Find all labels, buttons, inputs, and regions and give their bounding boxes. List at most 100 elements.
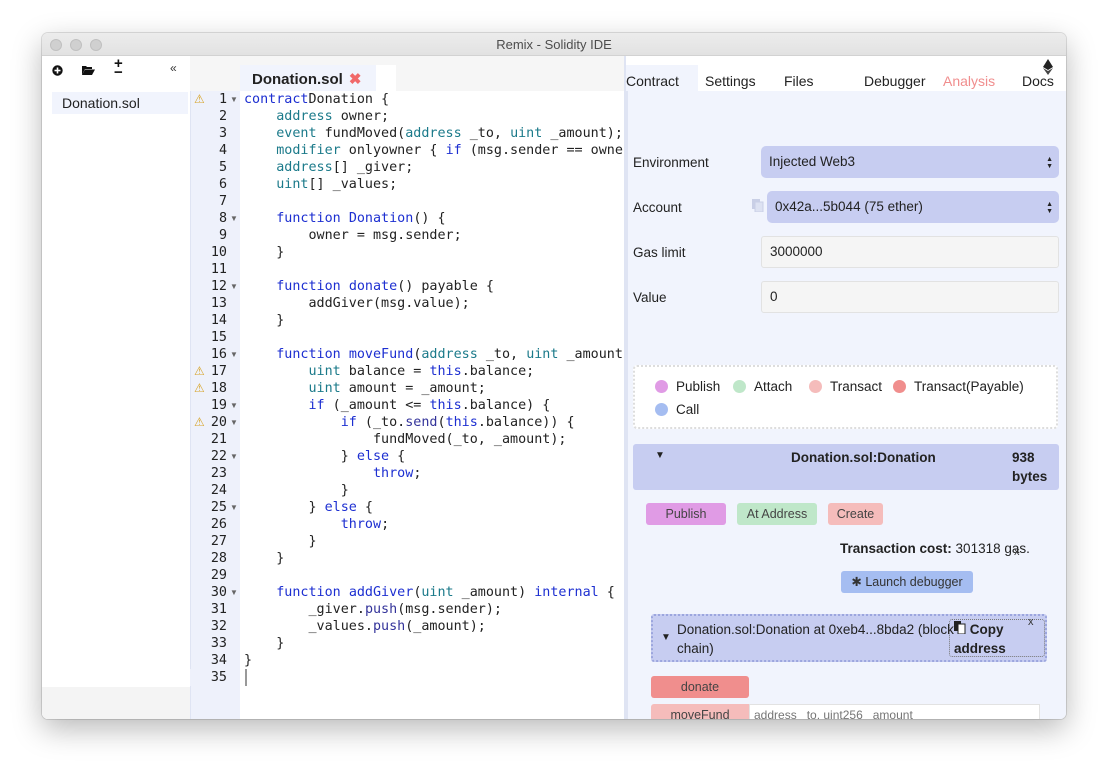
fold-arrow-icon[interactable]: ▼ [230,503,238,512]
fold-arrow-icon[interactable]: ▼ [230,418,238,427]
tab-settings[interactable]: Settings [705,73,756,89]
warning-icon[interactable]: ⚠ [194,415,205,429]
at-address-button[interactable]: At Address [737,503,817,525]
code-line[interactable]: } [244,244,284,261]
line-number: 7 [218,194,227,209]
line-number: 25 [210,500,227,515]
code-token: addGiver [348,585,414,600]
line-number: 31 [210,602,227,617]
code-token: [] _values; [308,177,398,192]
account-select[interactable]: 0x42a...5b044 (75 ether) ▲ ▼ [767,191,1059,223]
code-token: push [373,619,406,634]
file-explorer-footer [42,687,190,719]
code-line[interactable]: _values.push(_amount); [244,618,485,635]
line-number: 29 [210,568,227,583]
fold-arrow-icon[interactable]: ▼ [230,401,238,410]
line-number: 13 [210,296,227,311]
line-number: 9 [218,228,227,243]
code-line[interactable]: fundMoved(_to, _amount); [244,431,567,448]
code-line[interactable]: throw; [244,465,421,482]
code-editor[interactable]: contractDonation { address owner; event … [240,91,624,719]
code-token: (_to. [356,415,406,430]
code-line[interactable]: uint[] _values; [244,176,397,193]
value-input[interactable]: 0 [761,281,1059,313]
fold-arrow-icon[interactable]: ▼ [230,350,238,359]
fold-arrow-icon[interactable]: ▼ [230,282,238,291]
editor-tab-donation[interactable]: Donation.sol ✖ [240,65,376,91]
code-line[interactable]: contractDonation { [244,91,389,108]
publish-button[interactable]: Publish [646,503,726,525]
code-token: uint [510,126,543,141]
fold-arrow-icon[interactable]: ▼ [230,95,238,104]
launch-debugger-button[interactable]: ✱ Launch debugger [841,571,973,593]
code-token: } [244,245,285,260]
code-line[interactable]: } [244,482,349,499]
code-line[interactable]: throw; [244,516,389,533]
code-token: _amount) [558,347,624,362]
code-line[interactable]: uint balance = this.balance; [244,363,535,380]
gas-limit-input[interactable]: 3000000 [761,236,1059,268]
close-instance-button[interactable]: x [1028,616,1034,628]
tab-spacer [376,65,396,91]
warning-icon[interactable]: ⚠ [194,381,205,395]
movefund-args-input[interactable] [749,704,1040,719]
code-line[interactable]: address[] _giver; [244,159,413,176]
caret-down-icon[interactable]: ▼ [655,450,665,461]
tab-contract[interactable]: Contract [626,73,679,89]
code-line[interactable]: uint amount = _amount; [244,380,486,397]
code-line[interactable]: function donate() payable { [244,278,494,295]
movefund-button[interactable]: moveFund [651,704,749,719]
code-token: uint [526,347,559,362]
code-line[interactable]: } [244,635,284,652]
warning-icon[interactable]: ⚠ [194,92,205,106]
create-button[interactable]: Create [828,503,883,525]
collapse-left-panel-button[interactable]: « [170,61,177,75]
line-number: 21 [210,432,227,447]
contract-instance: ▼ Donation.sol:Donation at 0xeb4...8bda2… [651,614,1047,662]
tab-files[interactable]: Files [784,73,814,89]
code-line[interactable]: } else { [244,448,406,465]
code-line[interactable]: address owner; [244,108,389,125]
plus-minus-icon[interactable]: + − [114,56,123,80]
code-line[interactable]: if (_amount <= this.balance) { [244,397,551,414]
donate-button[interactable]: donate [651,676,749,698]
code-line[interactable]: owner = msg.sender; [244,227,461,244]
code-line[interactable]: if (_to.send(this.balance)) { [244,414,575,431]
code-token: this [429,398,462,413]
tab-debugger[interactable]: Debugger [864,73,926,89]
contract-header[interactable]: ▼ Donation.sol:Donation 938 bytes [633,444,1059,490]
close-tab-icon[interactable]: ✖ [349,71,362,88]
code-line[interactable]: } [244,312,284,329]
code-line[interactable]: addGiver(msg.value); [244,295,469,312]
code-token: this [429,364,462,379]
fold-arrow-icon[interactable]: ▼ [230,214,238,223]
code-line[interactable]: modifier onlyowner { if (msg.sender == o… [244,142,624,159]
warning-icon[interactable]: ⚠ [194,364,205,378]
environment-select[interactable]: Injected Web3 ▲ ▼ [761,146,1059,178]
fold-arrow-icon[interactable]: ▼ [230,452,238,461]
code-line[interactable]: function addGiver(uint _amount) internal… [244,584,615,601]
caret-down-icon[interactable]: ▼ [661,632,671,643]
close-tx-cost-button[interactable]: x [1014,546,1020,558]
code-line[interactable]: function Donation() { [244,210,445,227]
fold-arrow-icon[interactable]: ▼ [230,588,238,597]
code-line[interactable]: _giver.push(msg.sender); [244,601,502,618]
open-folder-icon[interactable] [82,64,95,79]
code-line[interactable]: } [244,550,284,567]
code-line[interactable]: } else { [244,499,373,516]
environment-label: Environment [633,155,709,170]
copy-account-icon[interactable] [752,199,764,217]
code-token: send [405,415,438,430]
remix-window: Remix - Solidity IDE + − « Donation.sol D… [42,33,1066,719]
code-line[interactable]: } [244,533,316,550]
add-file-icon[interactable] [52,64,63,79]
code-line[interactable]: } [244,652,252,669]
code-line[interactable]: event fundMoved(address _to, uint _amoun… [244,125,623,142]
legend-call: Call [655,402,699,417]
file-item-donation[interactable]: Donation.sol [52,92,188,114]
code-line[interactable]: function moveFund(address _to, uint _amo… [244,346,624,363]
tab-analysis[interactable]: Analysis [943,73,995,89]
